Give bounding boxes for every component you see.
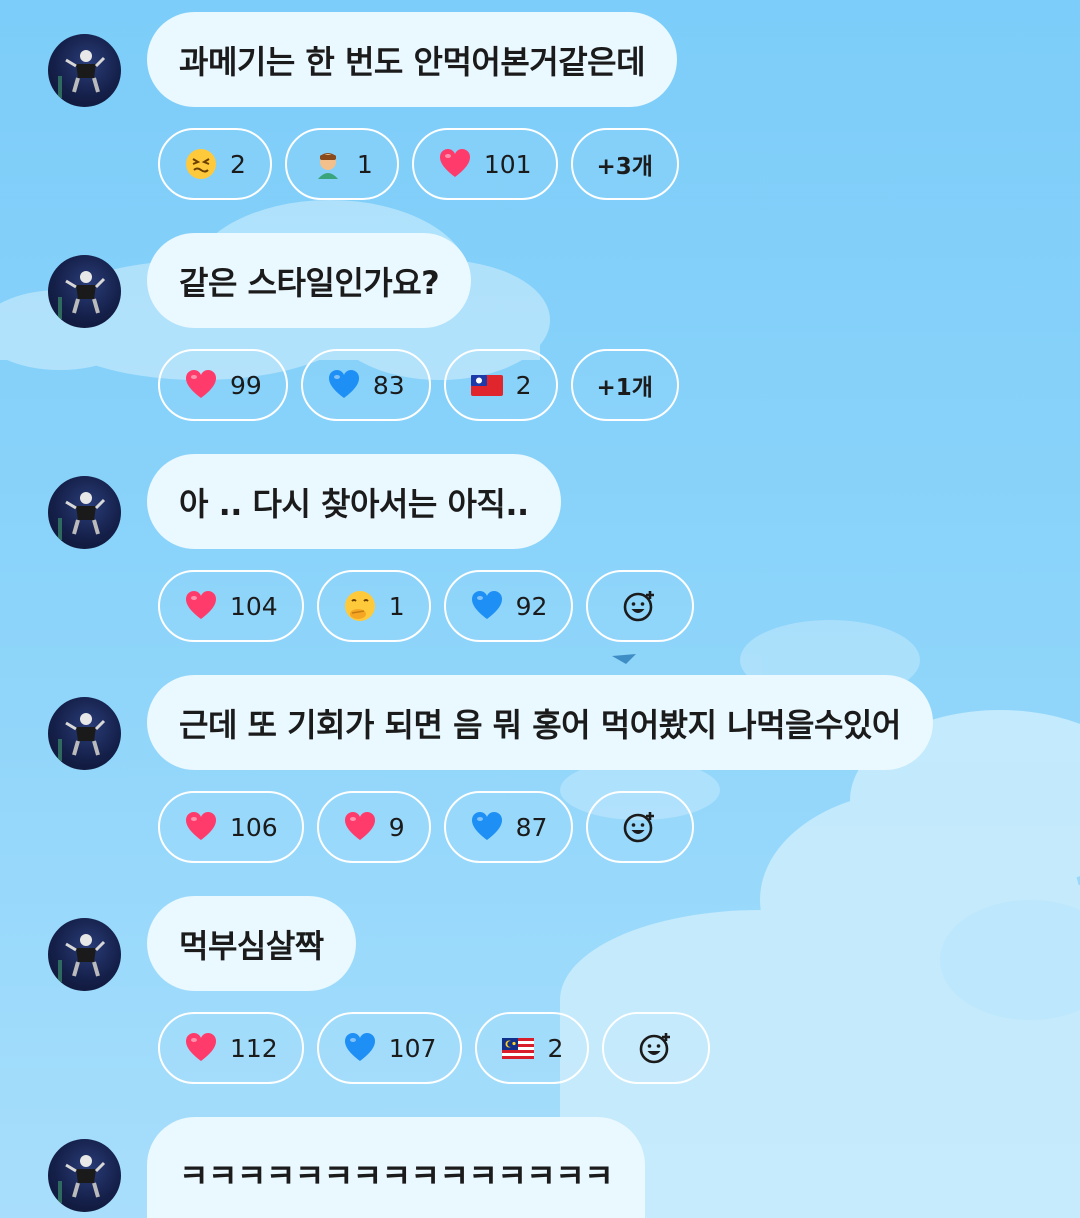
reaction-count: 107 bbox=[388, 1033, 437, 1063]
more-reactions-label: +3개 bbox=[596, 154, 653, 180]
add-emoji-icon bbox=[623, 589, 657, 623]
reaction-count: 87 bbox=[515, 812, 548, 842]
reaction-chip[interactable]: 1 bbox=[316, 570, 431, 642]
avatar-photo-icon bbox=[58, 271, 106, 319]
message-text: 과메기는 한 번도 안먹어본거같은데 bbox=[179, 42, 646, 81]
user-avatar[interactable] bbox=[48, 255, 121, 328]
blue-heart-icon bbox=[470, 810, 504, 844]
blue-heart-icon bbox=[470, 589, 504, 623]
reaction-chip[interactable]: 9 bbox=[316, 791, 431, 863]
add-reaction-button[interactable] bbox=[602, 1012, 711, 1084]
taiwan-flag-icon bbox=[470, 368, 504, 402]
message-text: 아 .. 다시 찾아서는 아직.. bbox=[179, 484, 529, 523]
reaction-count: 83 bbox=[372, 370, 405, 400]
add-emoji-icon bbox=[623, 810, 657, 844]
reaction-chip[interactable]: 112 bbox=[158, 1012, 304, 1084]
reaction-count: 1 bbox=[356, 149, 373, 179]
reaction-count: 2 bbox=[515, 370, 532, 400]
message-text: ㅋㅋㅋㅋㅋㅋㅋㅋㅋㅋㅋㅋㅋㅋㅋ bbox=[179, 1157, 614, 1195]
more-reactions-label: +1개 bbox=[596, 375, 653, 401]
reaction-count: 92 bbox=[515, 591, 548, 621]
avatar-photo-icon bbox=[58, 934, 106, 982]
message-text: 같은 스타일인가요? bbox=[179, 263, 440, 302]
reaction-count: 2 bbox=[230, 149, 246, 179]
message-bubble[interactable]: 같은 스타일인가요? bbox=[147, 233, 472, 328]
red-heart-icon bbox=[184, 1031, 218, 1065]
message-bubble[interactable]: 아 .. 다시 찾아서는 아직.. bbox=[147, 454, 561, 549]
reaction-bar: 112 107 2 bbox=[158, 1012, 711, 1084]
user-avatar[interactable] bbox=[48, 697, 121, 770]
user-avatar[interactable] bbox=[48, 918, 121, 991]
reaction-chip[interactable]: 83 bbox=[300, 349, 431, 421]
reaction-chip[interactable]: 104 bbox=[158, 570, 304, 642]
reaction-bar: 99 83 2 +1개 bbox=[158, 349, 679, 421]
reaction-chip[interactable]: 2 bbox=[158, 128, 272, 200]
reaction-chip[interactable]: 101 bbox=[411, 128, 558, 200]
man-emoji-icon bbox=[311, 147, 345, 181]
grimacing-face-icon bbox=[184, 147, 218, 181]
reaction-chip[interactable]: 1 bbox=[284, 128, 399, 200]
message-text: 먹부심살짝 bbox=[179, 926, 324, 965]
avatar-photo-icon bbox=[58, 50, 106, 98]
reaction-count: 112 bbox=[230, 1033, 278, 1063]
avatar-photo-icon bbox=[58, 1155, 106, 1203]
face-with-hand-over-mouth-icon bbox=[343, 589, 377, 623]
reaction-bar: 2 1 101 +3개 bbox=[158, 128, 679, 200]
add-emoji-icon bbox=[639, 1031, 673, 1065]
reaction-count: 101 bbox=[483, 149, 532, 179]
user-avatar[interactable] bbox=[48, 34, 121, 107]
reaction-count: 106 bbox=[230, 812, 278, 842]
avatar-photo-icon bbox=[58, 492, 106, 540]
reaction-count: 9 bbox=[388, 812, 405, 842]
red-heart-icon bbox=[184, 589, 218, 623]
add-reaction-button[interactable] bbox=[586, 570, 695, 642]
reaction-chip[interactable]: 92 bbox=[443, 570, 574, 642]
reaction-count: 2 bbox=[547, 1033, 564, 1063]
reaction-chip[interactable]: 107 bbox=[316, 1012, 463, 1084]
user-avatar[interactable] bbox=[48, 1139, 121, 1212]
avatar-photo-icon bbox=[58, 713, 106, 761]
reaction-chip[interactable]: 106 bbox=[158, 791, 304, 863]
reaction-bar: 106 9 87 bbox=[158, 791, 695, 863]
red-heart-icon bbox=[343, 810, 377, 844]
reaction-bar: 104 1 92 bbox=[158, 570, 695, 642]
chat-thread: 과메기는 한 번도 안먹어본거같은데 2 1 101 +3개 같은 스타일인가요… bbox=[0, 0, 1080, 1218]
malaysia-flag-icon bbox=[501, 1031, 535, 1065]
blue-heart-icon bbox=[327, 368, 361, 402]
reaction-chip[interactable]: 2 bbox=[443, 349, 558, 421]
blue-heart-icon bbox=[343, 1031, 377, 1065]
red-heart-icon bbox=[184, 810, 218, 844]
reaction-chip[interactable]: 2 bbox=[475, 1012, 590, 1084]
message-bubble[interactable]: 근데 또 기회가 되면 음 뭐 홍어 먹어봤지 나먹을수있어 bbox=[147, 675, 933, 770]
reaction-count: 104 bbox=[230, 591, 278, 621]
message-bubble[interactable]: 과메기는 한 번도 안먹어본거같은데 bbox=[147, 12, 678, 107]
message-bubble[interactable]: ㅋㅋㅋㅋㅋㅋㅋㅋㅋㅋㅋㅋㅋㅋㅋ bbox=[147, 1117, 646, 1218]
reaction-chip[interactable]: 99 bbox=[158, 349, 288, 421]
more-reactions-button[interactable]: +3개 bbox=[570, 128, 679, 200]
red-heart-icon bbox=[438, 147, 472, 181]
reaction-count: 99 bbox=[230, 370, 262, 400]
message-bubble[interactable]: 먹부심살짝 bbox=[147, 896, 356, 991]
reaction-chip[interactable]: 87 bbox=[443, 791, 574, 863]
user-avatar[interactable] bbox=[48, 476, 121, 549]
red-heart-icon bbox=[184, 368, 218, 402]
reaction-count: 1 bbox=[388, 591, 405, 621]
more-reactions-button[interactable]: +1개 bbox=[570, 349, 679, 421]
message-text: 근데 또 기회가 되면 음 뭐 홍어 먹어봤지 나먹을수있어 bbox=[179, 705, 901, 744]
add-reaction-button[interactable] bbox=[586, 791, 695, 863]
